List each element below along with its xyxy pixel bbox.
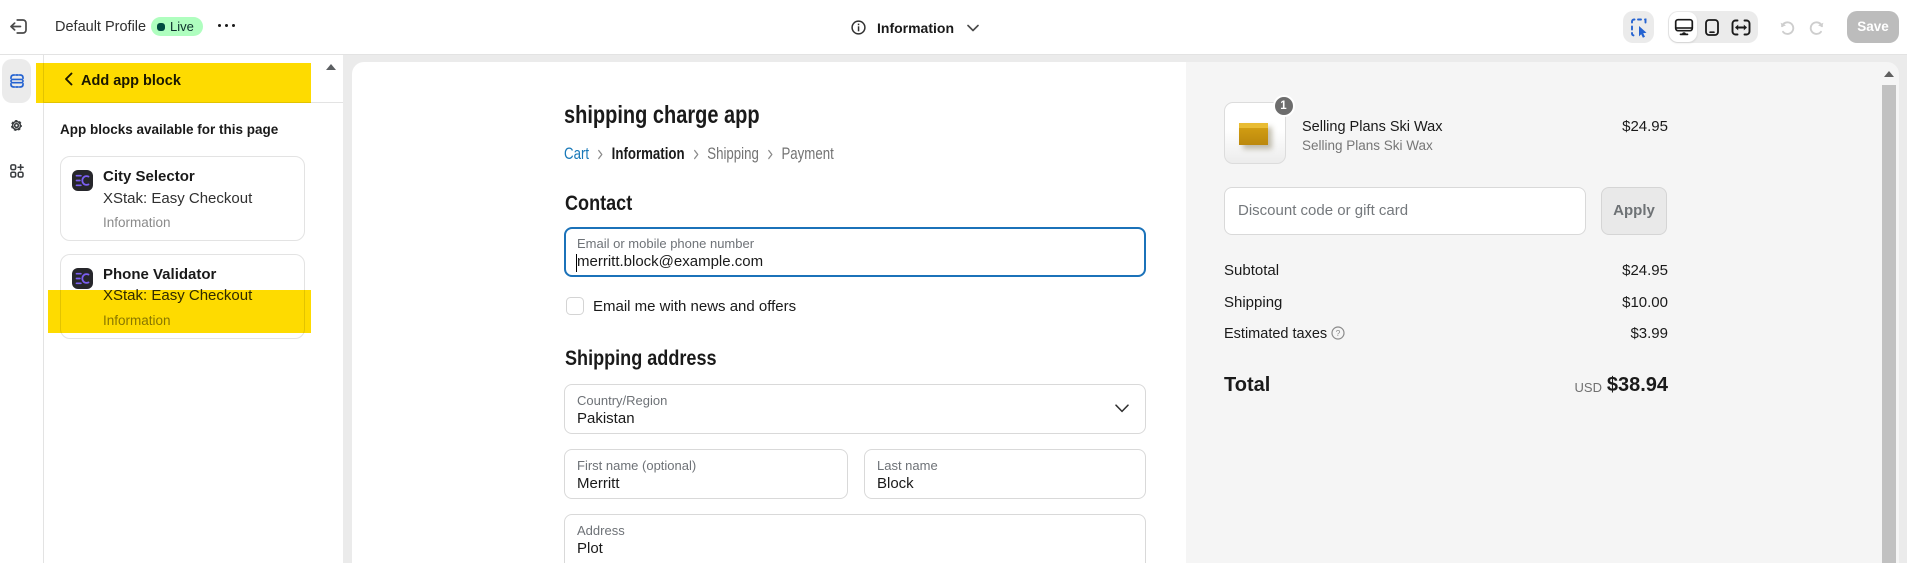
svg-text:?: ? (1335, 328, 1340, 338)
